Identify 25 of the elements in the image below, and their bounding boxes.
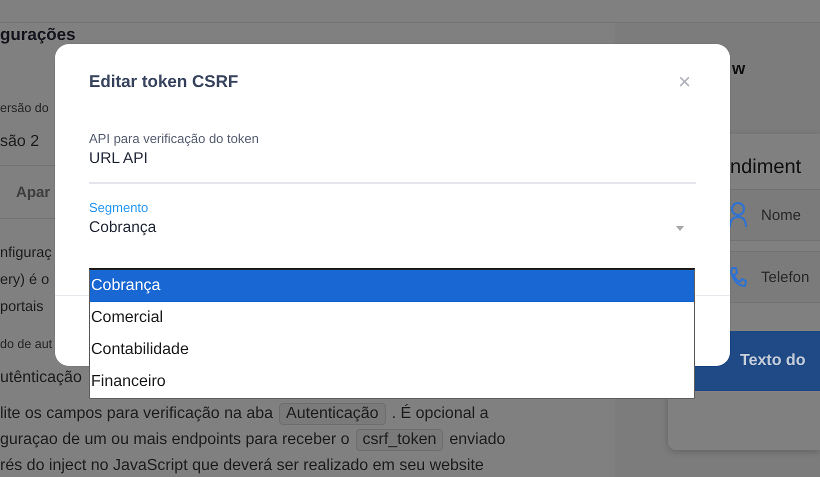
input-field[interactable]: URL API	[89, 146, 696, 184]
version-value: são 2	[0, 133, 40, 151]
auth-label: do de aut	[0, 337, 52, 351]
help-text: . É opcional a	[392, 405, 489, 423]
preview-title: w	[732, 59, 746, 80]
dropdown-option[interactable]: Cobrança	[90, 270, 694, 302]
version-label: ersão do	[0, 101, 49, 115]
card-title: ndiment	[730, 156, 802, 179]
code-snippet: Autenticação	[279, 403, 386, 425]
code-snippet: csrf_token	[356, 429, 444, 451]
help-text: guraçao de um ou mais endpoints para receber o	[0, 431, 350, 449]
help-text: rés do inject no JavaScript que deverá ser realizado em seu website	[0, 457, 484, 475]
intro-text: portais	[0, 298, 45, 317]
auth-value: utênticação	[0, 369, 82, 387]
help-text: enviado	[449, 431, 506, 449]
intro-text: ery) é o	[0, 271, 50, 290]
field-label: API para verificação do token	[89, 131, 260, 146]
caret-icon	[676, 226, 684, 230]
page-heading: gurações	[0, 25, 76, 46]
intro-text: nfiguraç	[0, 244, 52, 263]
help-text: lite os campos para verificação na aba	[0, 405, 274, 423]
dialog-title: Editar token CSRF	[89, 72, 238, 92]
phone-icon	[729, 266, 747, 288]
person-icon	[729, 202, 747, 228]
field-label: Segmento	[89, 200, 150, 215]
